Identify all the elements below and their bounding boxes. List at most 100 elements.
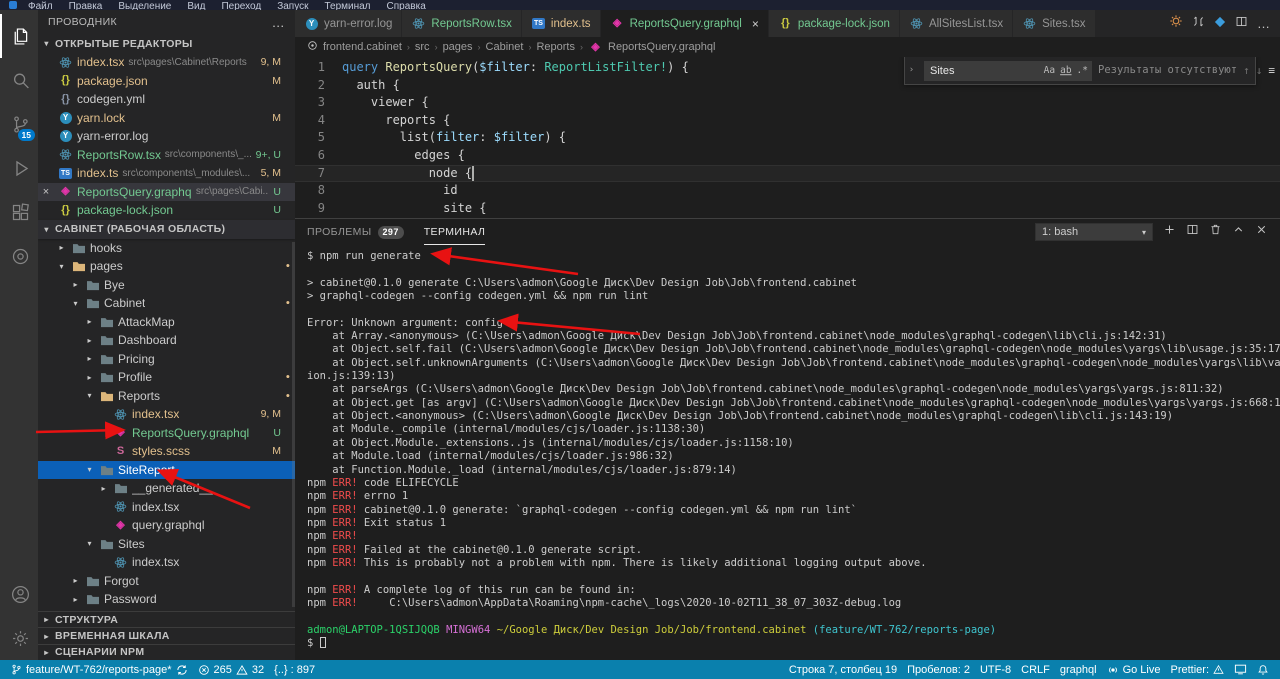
terminal-output[interactable]: $ npm run generate > cabinet@0.1.0 gener… <box>295 245 1280 660</box>
tree-file-index.tsx[interactable]: index.tsx <box>38 553 295 572</box>
kill-terminal-icon[interactable] <box>1209 223 1222 241</box>
go-live-button[interactable]: Go Live <box>1102 664 1166 676</box>
menu-item-5[interactable]: Запуск <box>277 1 308 10</box>
find-toggle-replace-icon[interactable]: › <box>905 57 918 84</box>
close-editor-icon[interactable]: × <box>38 186 54 198</box>
section-npm-scripts[interactable]: ▸ СЦЕНАРИИ NPM <box>38 643 295 660</box>
split-terminal-icon[interactable] <box>1186 223 1199 241</box>
sidebar-scrollbar[interactable] <box>292 242 295 607</box>
tab-terminal[interactable]: ТЕРМИНАЛ <box>424 219 486 245</box>
compare-changes-icon[interactable] <box>1192 15 1205 33</box>
close-tab-icon[interactable]: × <box>752 17 759 31</box>
tree-folder-sitereport[interactable]: ▾ SiteReport <box>38 460 295 479</box>
tab-sites.tsx[interactable]: Sites.tsx <box>1013 10 1096 37</box>
eol-indicator[interactable]: CRLF <box>1016 664 1055 676</box>
open-editors-header[interactable]: ▾ ОТКРЫТЫЕ РЕДАКТОРЫ <box>38 34 295 53</box>
menu-item-0[interactable]: Файл <box>28 1 53 10</box>
section-outline[interactable]: ▸ СТРУКТУРА <box>38 611 295 627</box>
menu-item-4[interactable]: Переход <box>221 1 261 10</box>
breadcrumb-item[interactable]: frontend.cabinet <box>323 41 402 53</box>
tree-folder-attackmap[interactable]: ▸ AttackMap <box>38 313 295 332</box>
open-editor-package.json[interactable]: {} package.json M <box>38 72 295 91</box>
tree-folder-reports[interactable]: ▾ Reports ● <box>38 387 295 406</box>
tree-folder-password[interactable]: ▸ Password <box>38 590 295 609</box>
breadcrumb-item[interactable]: pages <box>443 41 473 53</box>
breadcrumb-item[interactable]: src <box>415 41 430 53</box>
tab-allsiteslist.tsx[interactable]: AllSitesList.tsx <box>899 10 1014 37</box>
menu-item-1[interactable]: Правка <box>69 1 103 10</box>
menu-item-2[interactable]: Выделение <box>118 1 171 10</box>
tree-folder-pages[interactable]: ▾ pages ● <box>38 257 295 276</box>
tree-folder-__generated__[interactable]: ▸ __generated__ <box>38 479 295 498</box>
tree-folder-pricing[interactable]: ▸ Pricing <box>38 350 295 369</box>
account-icon[interactable] <box>0 572 38 616</box>
maximize-panel-icon[interactable] <box>1232 223 1245 241</box>
live-share-icon[interactable] <box>0 234 38 278</box>
tree-file-index.tsx[interactable]: index.tsx <box>38 498 295 517</box>
regex-icon[interactable]: .* <box>1076 62 1089 80</box>
code-editor[interactable]: 1 query ReportsQuery($filter: ReportListF… <box>295 57 1280 218</box>
tree-file-reportsquery.graphql[interactable]: ◈ ReportsQuery.graphql U <box>38 424 295 443</box>
search-icon[interactable] <box>0 58 38 102</box>
settings-icon[interactable] <box>0 616 38 660</box>
open-editor-package-lock.json[interactable]: {} package-lock.json U <box>38 201 295 220</box>
open-editor-yarn-error.log[interactable]: Yyarn-error.log <box>38 127 295 146</box>
breadcrumb-item[interactable]: ReportsQuery.graphql <box>608 41 715 53</box>
extensions-icon[interactable] <box>0 190 38 234</box>
tree-folder-hooks[interactable]: ▸ hooks <box>38 239 295 258</box>
more-actions-icon[interactable]: … <box>1257 15 1270 33</box>
problems-indicator[interactable]: 265 32 <box>193 664 270 676</box>
open-editor-reportsquery.graphql[interactable]: × ◈ ReportsQuery.graphql src\pages\Cabi... U <box>38 182 295 201</box>
run-debug-icon[interactable] <box>0 146 38 190</box>
tab-reportsquery.graphql[interactable]: ◈ ReportsQuery.graphql × <box>600 10 769 37</box>
section-timeline[interactable]: ▸ ВРЕМЕННАЯ ШКАЛА <box>38 627 295 643</box>
find-in-selection-icon[interactable]: ≡ <box>1268 62 1275 80</box>
tree-file-styles.scss[interactable]: Sstyles.scss M <box>38 442 295 461</box>
tree-folder-dashboard[interactable]: ▸ Dashboard <box>38 331 295 350</box>
tab-yarn-error.log[interactable]: Yyarn-error.log <box>295 10 403 37</box>
language-mode[interactable]: graphql <box>1055 664 1102 676</box>
split-editor-icon[interactable] <box>1235 15 1248 33</box>
tree-folder-cabinet[interactable]: ▾ Cabinet ● <box>38 294 295 313</box>
open-preview-icon[interactable] <box>1214 15 1226 33</box>
tab-index.ts[interactable]: TS index.ts <box>521 10 601 37</box>
tree-file-index.tsx[interactable]: index.tsx 9, M <box>38 405 295 424</box>
find-previous-icon[interactable]: ↑ <box>1243 62 1250 80</box>
cast-icon[interactable] <box>1229 664 1252 675</box>
tree-folder-profile[interactable]: ▸ Profile ● <box>38 368 295 387</box>
open-editor-yarn.lock[interactable]: Yyarn.lock M <box>38 109 295 128</box>
open-editor-codegen.yml[interactable]: {} codegen.yml <box>38 90 295 109</box>
sidebar-more-actions-icon[interactable]: … <box>272 15 285 30</box>
menu-item-6[interactable]: Терминал <box>324 1 370 10</box>
open-editor-index.ts[interactable]: TS index.ts src\components\_modules\... 5, … <box>38 164 295 183</box>
tab-problems[interactable]: ПРОБЛЕМЫ 297 <box>307 219 404 245</box>
source-control-icon[interactable]: 15 <box>0 102 38 146</box>
tree-file-query.graphql[interactable]: ◈ query.graphql <box>38 516 295 535</box>
explorer-icon[interactable] <box>0 14 38 58</box>
breadcrumb-item[interactable]: Cabinet <box>486 41 524 53</box>
menu-item-7[interactable]: Справка <box>387 1 426 10</box>
prettier-status[interactable]: Prettier: <box>1165 664 1229 676</box>
menu-item-3[interactable]: Вид <box>187 1 205 10</box>
workspace-header[interactable]: ▾ CABINET (РАБОЧАЯ ОБЛАСТЬ) <box>38 219 295 239</box>
find-next-icon[interactable]: ↓ <box>1256 62 1263 80</box>
breadcrumb-item[interactable]: Reports <box>536 41 575 53</box>
whole-word-icon[interactable]: ab <box>1059 62 1072 80</box>
git-branch-indicator[interactable]: feature/WT-762/reports-page* <box>6 663 193 676</box>
tab-reportsrow.tsx[interactable]: ReportsRow.tsx <box>402 10 522 37</box>
tree-folder-sites[interactable]: ▾ Sites <box>38 535 295 554</box>
notifications-bell-icon[interactable] <box>1252 664 1274 676</box>
braces-counter[interactable]: {..} : 897 <box>269 664 320 676</box>
new-terminal-icon[interactable] <box>1163 223 1176 241</box>
open-editor-index.tsx[interactable]: index.tsx src\pages\Cabinet\Reports 9, M <box>38 53 295 72</box>
settings-sliders-icon[interactable] <box>1169 14 1183 33</box>
encoding-indicator[interactable]: UTF-8 <box>975 664 1016 676</box>
tab-package-lock.json[interactable]: {} package-lock.json <box>768 10 900 37</box>
cursor-position[interactable]: Строка 7, столбец 19 <box>784 664 902 676</box>
close-panel-icon[interactable] <box>1255 223 1268 241</box>
open-editor-reportsrow.tsx[interactable]: ReportsRow.tsx src\components\_... 9+, U <box>38 146 295 165</box>
shell-select[interactable]: 1: bash ▾ <box>1035 223 1153 241</box>
tree-folder-bye[interactable]: ▸ Bye <box>38 276 295 295</box>
match-case-icon[interactable]: Aa <box>1043 62 1056 80</box>
tree-folder-forgot[interactable]: ▸ Forgot <box>38 572 295 591</box>
